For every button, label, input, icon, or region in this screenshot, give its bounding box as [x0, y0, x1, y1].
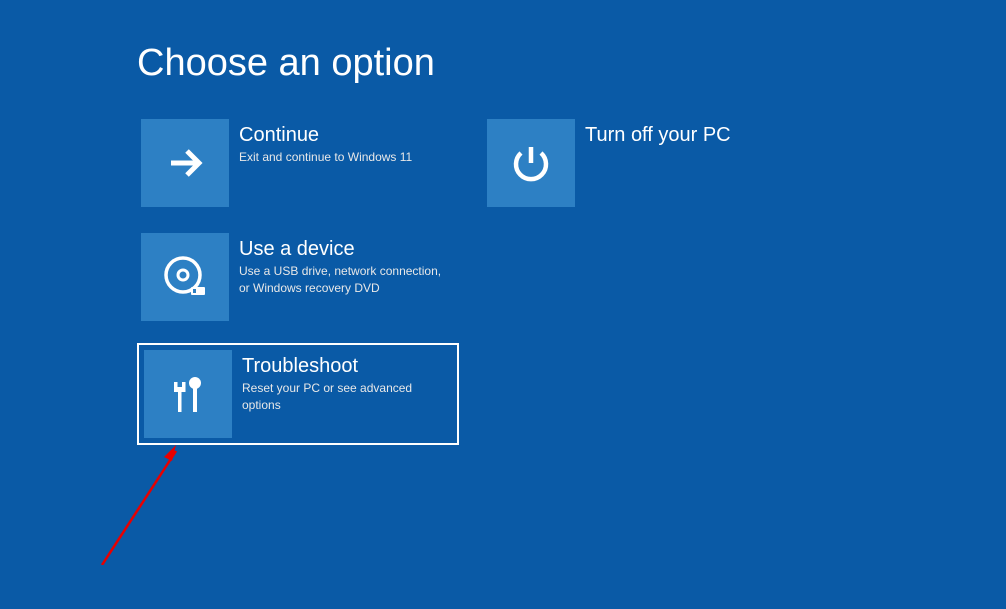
continue-title: Continue [239, 123, 448, 147]
left-column: Continue Exit and continue to Windows 11… [137, 115, 459, 445]
annotation-arrow-icon [98, 445, 183, 565]
disc-icon [141, 233, 229, 321]
power-icon [487, 119, 575, 207]
continue-text: Continue Exit and continue to Windows 11 [229, 119, 448, 207]
troubleshoot-tile[interactable]: Troubleshoot Reset your PC or see advanc… [137, 343, 459, 445]
turn-off-tile[interactable]: Turn off your PC [483, 115, 798, 211]
turn-off-text: Turn off your PC [575, 119, 794, 207]
continue-desc: Exit and continue to Windows 11 [239, 149, 448, 166]
use-device-tile[interactable]: Use a device Use a USB drive, network co… [137, 229, 452, 325]
turn-off-title: Turn off your PC [585, 123, 794, 147]
arrow-right-icon [141, 119, 229, 207]
use-device-title: Use a device [239, 237, 448, 261]
troubleshoot-desc: Reset your PC or see advanced options [242, 380, 452, 414]
troubleshoot-title: Troubleshoot [242, 354, 452, 378]
use-device-text: Use a device Use a USB drive, network co… [229, 233, 448, 321]
use-device-desc: Use a USB drive, network connection, or … [239, 263, 448, 297]
page-title: Choose an option [0, 0, 1006, 85]
troubleshoot-text: Troubleshoot Reset your PC or see advanc… [232, 350, 452, 438]
right-column: Turn off your PC [483, 115, 798, 445]
tiles-container: Continue Exit and continue to Windows 11… [0, 85, 1006, 445]
tools-icon [144, 350, 232, 438]
continue-tile[interactable]: Continue Exit and continue to Windows 11 [137, 115, 452, 211]
